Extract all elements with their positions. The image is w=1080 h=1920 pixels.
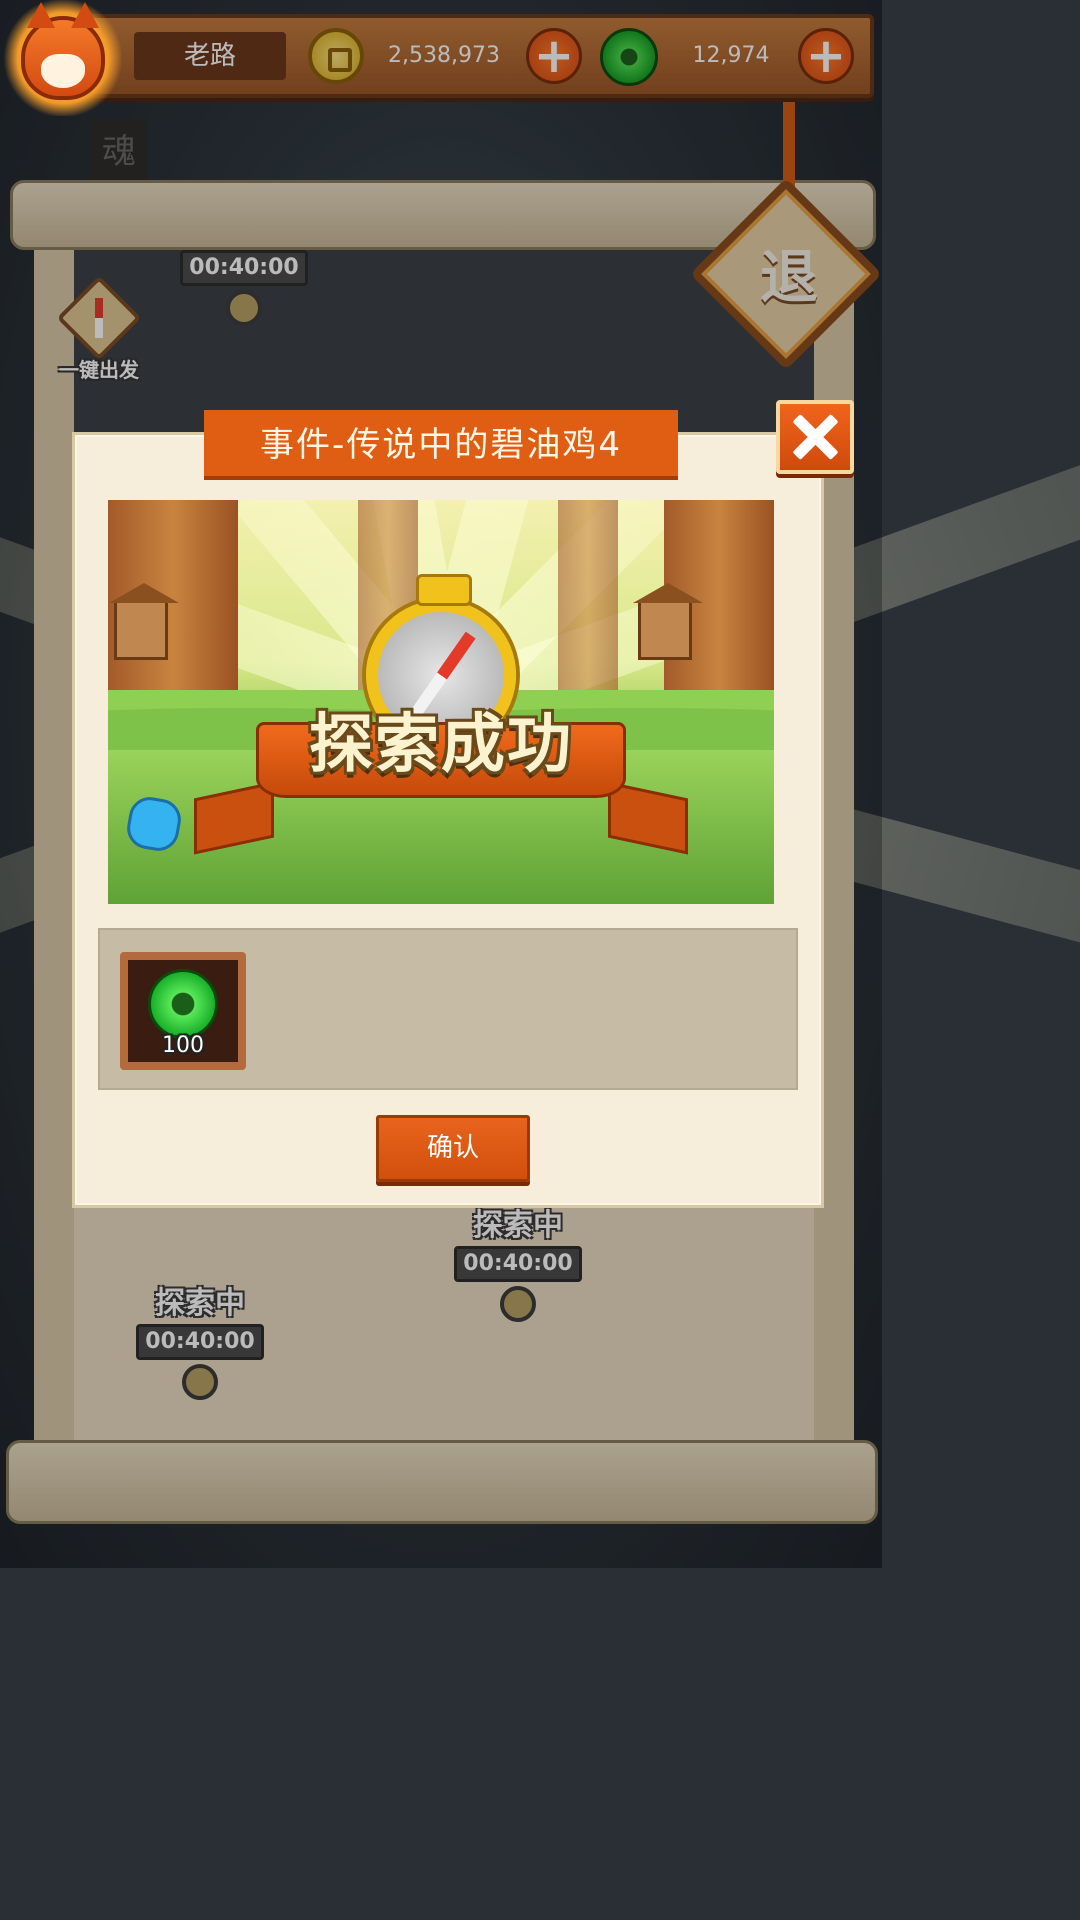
success-banner-text: 探索成功 — [309, 708, 573, 782]
dialog-title: 事件-传说中的碧油鸡4 — [204, 410, 678, 480]
birdhouse-icon — [109, 583, 179, 660]
fox-face — [41, 54, 85, 88]
reward-item[interactable]: 100 — [120, 952, 246, 1070]
fox-mask-icon — [21, 2, 105, 100]
birdhouse-icon — [633, 583, 703, 660]
success-illustration: 探索成功 — [108, 500, 774, 904]
reward-count: 100 — [162, 1033, 204, 1058]
player-avatar[interactable] — [4, 0, 122, 116]
rewards-panel: 100 — [98, 928, 798, 1090]
close-icon — [792, 414, 838, 460]
confirm-button[interactable]: 确认 — [376, 1115, 530, 1182]
close-button[interactable] — [776, 400, 854, 474]
jade-icon — [148, 969, 218, 1039]
